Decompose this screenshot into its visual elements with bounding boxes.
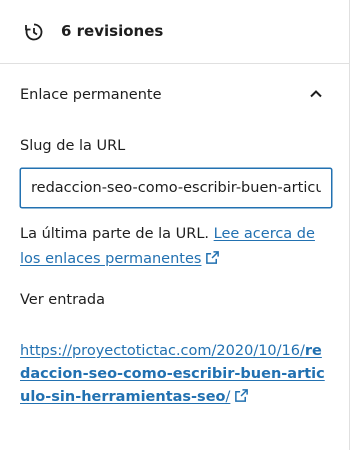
slug-label: Slug de la URL: [20, 138, 126, 154]
external-link-icon: [206, 251, 220, 264]
permalink-panel-toggle[interactable]: Enlace permanente: [0, 64, 349, 124]
chevron-up-icon: [310, 90, 322, 98]
post-url-link[interactable]: https://proyectotictac.com/2020/10/16/re…: [20, 343, 325, 405]
url-suffix: /: [225, 389, 231, 405]
history-icon: [25, 23, 43, 41]
view-post-label: Ver entrada: [20, 292, 106, 308]
url-prefix: https://proyectotictac.com/2020/10/16/: [20, 343, 305, 359]
document-settings-panel: 6 revisiones Enlace permanente Slug de l…: [0, 0, 349, 450]
panel-divider: [349, 0, 350, 450]
revisions-label: 6 revisiones: [61, 22, 164, 40]
permalink-help: La última parte de la URL. Lee acerca de…: [20, 222, 335, 272]
revisions-button[interactable]: 6 revisiones: [0, 0, 349, 64]
help-text: La última parte de la URL.: [20, 226, 210, 242]
slug-input[interactable]: [20, 168, 332, 208]
post-url: https://proyectotictac.com/2020/10/16/re…: [20, 340, 332, 409]
external-link-icon: [235, 389, 249, 402]
permalink-panel-title: Enlace permanente: [20, 87, 162, 103]
